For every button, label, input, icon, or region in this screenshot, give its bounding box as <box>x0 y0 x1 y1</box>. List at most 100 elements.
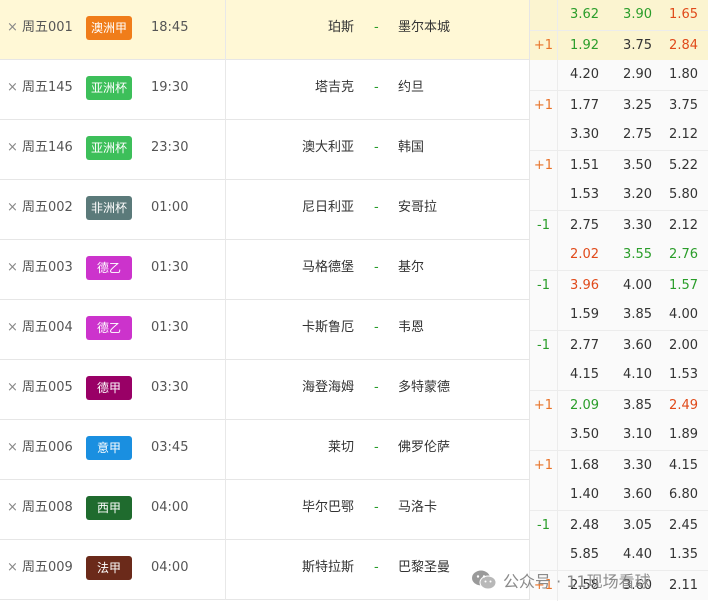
odds-win[interactable]: 1.68 <box>555 451 599 481</box>
league-badge[interactable]: 亚洲杯 <box>86 136 132 160</box>
odds-draw[interactable]: 3.30 <box>608 451 652 481</box>
away-team[interactable]: 基尔 <box>398 259 424 277</box>
odds-draw[interactable]: 4.00 <box>608 271 652 301</box>
odds-lose[interactable]: 2.00 <box>654 331 698 361</box>
odds-lose[interactable]: 1.35 <box>654 540 698 570</box>
odds-lose[interactable]: 1.89 <box>654 420 698 450</box>
odds-draw[interactable]: 3.85 <box>608 391 652 421</box>
odds-win[interactable]: 1.51 <box>555 151 599 181</box>
close-icon[interactable]: × <box>7 381 19 395</box>
odds-win[interactable]: 4.15 <box>555 360 599 390</box>
away-team[interactable]: 墨尔本城 <box>398 19 450 37</box>
away-team[interactable]: 马洛卡 <box>398 499 437 517</box>
odds-win[interactable]: 3.30 <box>555 120 599 150</box>
league-badge[interactable]: 法甲 <box>86 556 132 580</box>
odds-win[interactable]: 2.77 <box>555 331 599 361</box>
away-team[interactable]: 韩国 <box>398 139 424 157</box>
odds-lose[interactable]: 5.22 <box>654 151 698 181</box>
odds-win[interactable]: 3.50 <box>555 420 599 450</box>
odds-win[interactable]: 2.02 <box>555 240 599 270</box>
odds-lose[interactable]: 5.80 <box>654 180 698 210</box>
odds-lose[interactable]: 2.45 <box>654 511 698 541</box>
odds-draw[interactable]: 3.75 <box>608 31 652 61</box>
away-team[interactable]: 佛罗伦萨 <box>398 439 450 457</box>
odds-lose[interactable]: 1.65 <box>654 0 698 30</box>
odds-win[interactable]: 1.92 <box>555 31 599 61</box>
odds-win[interactable]: 3.96 <box>555 271 599 301</box>
odds-lose[interactable]: 4.00 <box>654 300 698 330</box>
vs-separator: - <box>374 320 379 335</box>
home-team[interactable]: 毕尔巴鄂 <box>302 499 354 517</box>
home-team[interactable]: 莱切 <box>328 439 354 457</box>
odds-lose[interactable]: 2.84 <box>654 31 698 61</box>
odds-draw[interactable]: 3.60 <box>608 480 652 510</box>
home-team[interactable]: 珀斯 <box>328 19 354 37</box>
home-team[interactable]: 塔吉克 <box>315 79 354 97</box>
odds-win[interactable]: 1.53 <box>555 180 599 210</box>
close-icon[interactable]: × <box>7 261 19 275</box>
close-icon[interactable]: × <box>7 321 19 335</box>
odds-lose[interactable]: 1.53 <box>654 360 698 390</box>
odds-win[interactable]: 2.75 <box>555 211 599 241</box>
league-badge[interactable]: 意甲 <box>86 436 132 460</box>
odds-lose[interactable]: 4.15 <box>654 451 698 481</box>
league-badge[interactable]: 德乙 <box>86 316 132 340</box>
odds-draw[interactable]: 3.20 <box>608 180 652 210</box>
home-team[interactable]: 卡斯鲁厄 <box>302 319 354 337</box>
close-icon[interactable]: × <box>7 201 19 215</box>
odds-lose[interactable]: 2.76 <box>654 240 698 270</box>
odds-lose[interactable]: 1.57 <box>654 271 698 301</box>
odds-win[interactable]: 1.40 <box>555 480 599 510</box>
odds-lose[interactable]: 2.49 <box>654 391 698 421</box>
odds-win[interactable]: 1.77 <box>555 91 599 121</box>
odds-draw[interactable]: 3.85 <box>608 300 652 330</box>
odds-draw[interactable]: 3.25 <box>608 91 652 121</box>
away-team[interactable]: 约旦 <box>398 79 424 97</box>
league-badge[interactable]: 澳洲甲 <box>86 16 132 40</box>
odds-lose[interactable]: 3.75 <box>654 91 698 121</box>
home-team[interactable]: 尼日利亚 <box>302 199 354 217</box>
odds-draw[interactable]: 2.75 <box>608 120 652 150</box>
close-icon[interactable]: × <box>7 561 19 575</box>
odds-win[interactable]: 3.62 <box>555 0 599 30</box>
odds-draw[interactable]: 4.10 <box>608 360 652 390</box>
odds-win[interactable]: 1.59 <box>555 300 599 330</box>
odds-win[interactable]: 2.48 <box>555 511 599 541</box>
odds-draw[interactable]: 3.90 <box>608 0 652 30</box>
close-icon[interactable]: × <box>7 21 19 35</box>
odds-lose[interactable]: 2.12 <box>654 120 698 150</box>
away-team[interactable]: 安哥拉 <box>398 199 437 217</box>
odds-win[interactable]: 4.20 <box>555 60 599 90</box>
league-badge[interactable]: 西甲 <box>86 496 132 520</box>
odds-lose[interactable]: 6.80 <box>654 480 698 510</box>
odds-draw[interactable]: 3.50 <box>608 151 652 181</box>
league-badge[interactable]: 德乙 <box>86 256 132 280</box>
home-team[interactable]: 马格德堡 <box>302 259 354 277</box>
away-team[interactable]: 巴黎圣曼 <box>398 559 450 577</box>
close-icon[interactable]: × <box>7 141 19 155</box>
odds-draw[interactable]: 3.05 <box>608 511 652 541</box>
odds-win[interactable]: 2.09 <box>555 391 599 421</box>
close-icon[interactable]: × <box>7 441 19 455</box>
odds-draw[interactable]: 3.55 <box>608 240 652 270</box>
close-icon[interactable]: × <box>7 81 19 95</box>
odds-draw[interactable]: 3.60 <box>608 331 652 361</box>
close-icon[interactable]: × <box>7 501 19 515</box>
handicap-label: +1 <box>530 391 558 421</box>
odds-draw[interactable]: 2.90 <box>608 60 652 90</box>
home-team[interactable]: 澳大利亚 <box>302 139 354 157</box>
away-team[interactable]: 韦恩 <box>398 319 424 337</box>
odds-lose[interactable]: 2.11 <box>654 571 698 601</box>
odds-lose[interactable]: 2.12 <box>654 211 698 241</box>
league-badge[interactable]: 德甲 <box>86 376 132 400</box>
column-divider <box>225 240 226 300</box>
league-badge[interactable]: 亚洲杯 <box>86 76 132 100</box>
league-badge[interactable]: 非洲杯 <box>86 196 132 220</box>
odds-line-standard: 1.40 3.60 6.80 <box>530 480 708 510</box>
odds-draw[interactable]: 3.30 <box>608 211 652 241</box>
home-team[interactable]: 海登海姆 <box>302 379 354 397</box>
odds-draw[interactable]: 3.10 <box>608 420 652 450</box>
home-team[interactable]: 斯特拉斯 <box>302 559 354 577</box>
odds-lose[interactable]: 1.80 <box>654 60 698 90</box>
away-team[interactable]: 多特蒙德 <box>398 379 450 397</box>
